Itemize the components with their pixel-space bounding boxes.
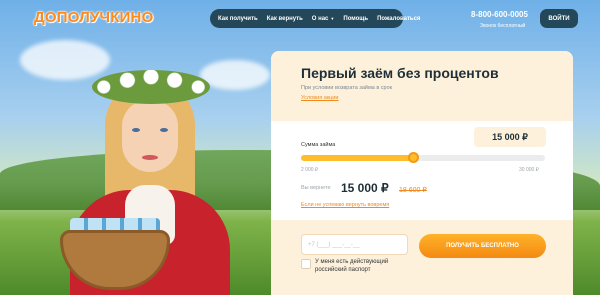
slider-min-label: 2 000 ₽	[301, 167, 319, 173]
slider-handle[interactable]	[408, 152, 420, 163]
nav-label: Помощь	[343, 15, 369, 22]
slider-max-label: 30 000 ₽	[519, 167, 539, 173]
nav-label: Как получить	[218, 15, 258, 22]
passport-checkbox[interactable]	[301, 259, 311, 269]
passport-checkbox-label: У меня есть действующий российский паспо…	[315, 259, 389, 273]
slider-fill	[301, 155, 414, 161]
form-footer: +7 (___) ___-__-__ ПОЛУЧИТЬ БЕСПЛАТНО У …	[271, 220, 573, 295]
return-old-amount: 18 600 ₽	[399, 187, 427, 194]
woman-illustration	[40, 40, 240, 295]
phone-note: Звонок бесплатный	[480, 23, 526, 29]
return-label: Вы вернете	[301, 185, 331, 191]
main-nav: Как получить Как вернуть О нас ▼ Помощь П…	[210, 9, 420, 28]
promo-terms-link[interactable]: Условия акции	[301, 95, 338, 101]
loan-amount-slider[interactable]	[301, 152, 545, 163]
card-header: Первый заём без процентов При условии во…	[271, 51, 573, 121]
phone-input[interactable]: +7 (___) ___-__-__	[301, 234, 408, 255]
loan-amount-value[interactable]: 15 000 ₽	[474, 127, 546, 147]
eye	[160, 128, 168, 132]
eye	[132, 128, 140, 132]
nav-item-complain[interactable]: Пожаловаться	[377, 16, 420, 22]
late-payment-link[interactable]: Если не успеваю вернуть вовремя	[301, 202, 389, 208]
form-title: Первый заём без процентов	[301, 65, 499, 81]
loan-form-card: Первый заём без процентов При условии во…	[271, 51, 573, 295]
nav-item-how-to-get[interactable]: Как получить	[218, 16, 258, 22]
chevron-down-icon: ▼	[330, 16, 335, 21]
get-free-button[interactable]: ПОЛУЧИТЬ БЕСПЛАТНО	[419, 234, 546, 258]
site-header: ДОПОЛУЧКИНО Как получить Как вернуть О н…	[0, 0, 600, 40]
loan-amount-label: Сумма займа	[301, 142, 336, 148]
nav-item-how-to-return[interactable]: Как вернуть	[267, 16, 303, 22]
return-amount: 15 000 ₽	[341, 181, 389, 195]
flower-wreath	[92, 70, 210, 104]
nav-label: О нас	[311, 15, 329, 22]
phone-number[interactable]: 8-800-600-0005	[471, 10, 528, 19]
promo-condition: При условии возврата займа в срок	[301, 85, 393, 91]
logo[interactable]: ДОПОЛУЧКИНО	[34, 9, 153, 26]
nav-item-help[interactable]: Помощь	[343, 16, 368, 22]
lips	[142, 155, 158, 160]
login-button[interactable]: ВОЙТИ	[540, 9, 578, 28]
nav-item-about[interactable]: О нас ▼	[312, 16, 335, 22]
nav-label: Пожаловаться	[377, 15, 421, 22]
nav-label: Как вернуть	[266, 15, 303, 22]
face	[122, 100, 178, 172]
